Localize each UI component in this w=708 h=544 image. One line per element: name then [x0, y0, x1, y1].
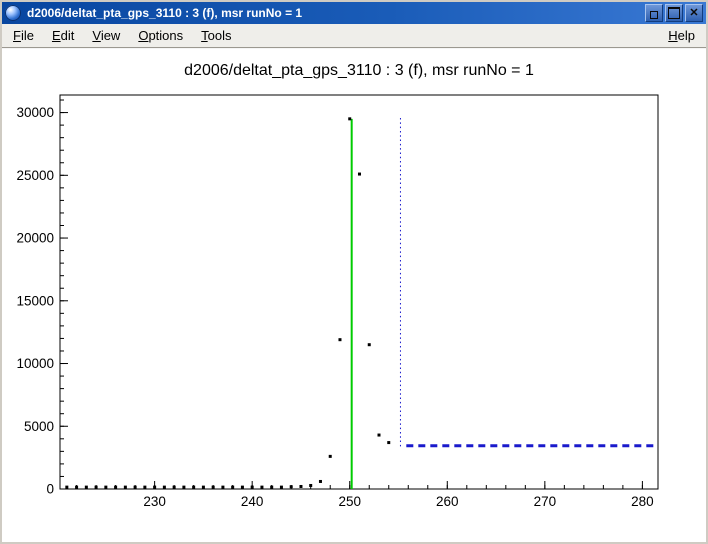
data-point	[270, 486, 273, 489]
data-point	[319, 480, 322, 483]
data-point	[173, 486, 176, 489]
x-tick-label: 270	[534, 494, 557, 509]
data-point	[329, 455, 332, 458]
menu-view[interactable]: View	[83, 26, 129, 45]
maximize-icon	[668, 7, 680, 19]
close-icon: ✕	[689, 8, 698, 19]
data-point	[163, 486, 166, 489]
y-tick-label: 5000	[24, 419, 54, 434]
plot-frame	[60, 95, 658, 489]
data-point	[338, 338, 341, 341]
close-button[interactable]: ✕	[685, 4, 703, 22]
window-title: d2006/deltat_pta_gps_3110 : 3 (f), msr r…	[25, 6, 641, 20]
data-point	[299, 485, 302, 488]
data-point	[377, 434, 380, 437]
data-point	[143, 486, 146, 489]
data-point	[104, 486, 107, 489]
x-tick-label: 260	[436, 494, 459, 509]
data-point	[280, 486, 283, 489]
titlebar[interactable]: d2006/deltat_pta_gps_3110 : 3 (f), msr r…	[2, 2, 706, 24]
app-window: d2006/deltat_pta_gps_3110 : 3 (f), msr r…	[0, 0, 708, 544]
data-point	[124, 486, 127, 489]
plot-canvas[interactable]: 230 240 250 260 270 280 0 5000 10000 15000 20000 25…	[2, 48, 706, 544]
menu-help[interactable]: Help	[659, 26, 704, 45]
data-point	[95, 486, 98, 489]
data-point	[65, 486, 68, 489]
data-point	[212, 486, 215, 489]
data-point	[241, 486, 244, 489]
x-tick-label: 230	[143, 494, 166, 509]
menu-options[interactable]: Options	[129, 26, 192, 45]
menu-file[interactable]: File	[4, 26, 43, 45]
data-point	[114, 486, 117, 489]
x-tick-label: 280	[631, 494, 654, 509]
menu-tools[interactable]: Tools	[192, 26, 240, 45]
data-point	[182, 486, 185, 489]
data-point	[387, 441, 390, 444]
menu-edit[interactable]: Edit	[43, 26, 83, 45]
data-point	[231, 486, 234, 489]
y-tick-label: 30000	[16, 105, 54, 120]
menubar: File Edit View Options Tools Help	[2, 24, 706, 48]
maximize-button[interactable]	[665, 4, 683, 22]
x-tick-label: 240	[241, 494, 264, 509]
data-point	[368, 343, 371, 346]
data-point	[358, 173, 361, 176]
plot-svg[interactable]: 230 240 250 260 270 280 0 5000 10000 15000 20000 25…	[2, 49, 706, 544]
data-point	[290, 485, 293, 488]
data-point	[309, 484, 312, 487]
x-tick-label: 250	[338, 494, 361, 509]
minimize-icon	[650, 11, 658, 19]
plot-title: d2006/deltat_pta_gps_3110 : 3 (f), msr r…	[184, 62, 534, 79]
data-point	[251, 486, 254, 489]
data-point	[202, 486, 205, 489]
data-point	[85, 486, 88, 489]
data-point	[221, 486, 224, 489]
window-controls: ✕	[645, 4, 703, 22]
y-tick-label: 0	[46, 482, 54, 497]
y-tick-label: 15000	[16, 293, 54, 308]
minimize-button[interactable]	[645, 4, 663, 22]
data-point	[260, 486, 263, 489]
data-point	[134, 486, 137, 489]
data-point	[153, 486, 156, 489]
y-tick-label: 10000	[16, 356, 54, 371]
y-tick-label: 25000	[16, 168, 54, 183]
data-point	[192, 486, 195, 489]
y-tick-label: 20000	[16, 231, 54, 246]
app-icon	[5, 5, 21, 21]
data-point	[348, 117, 351, 120]
data-point	[75, 486, 78, 489]
